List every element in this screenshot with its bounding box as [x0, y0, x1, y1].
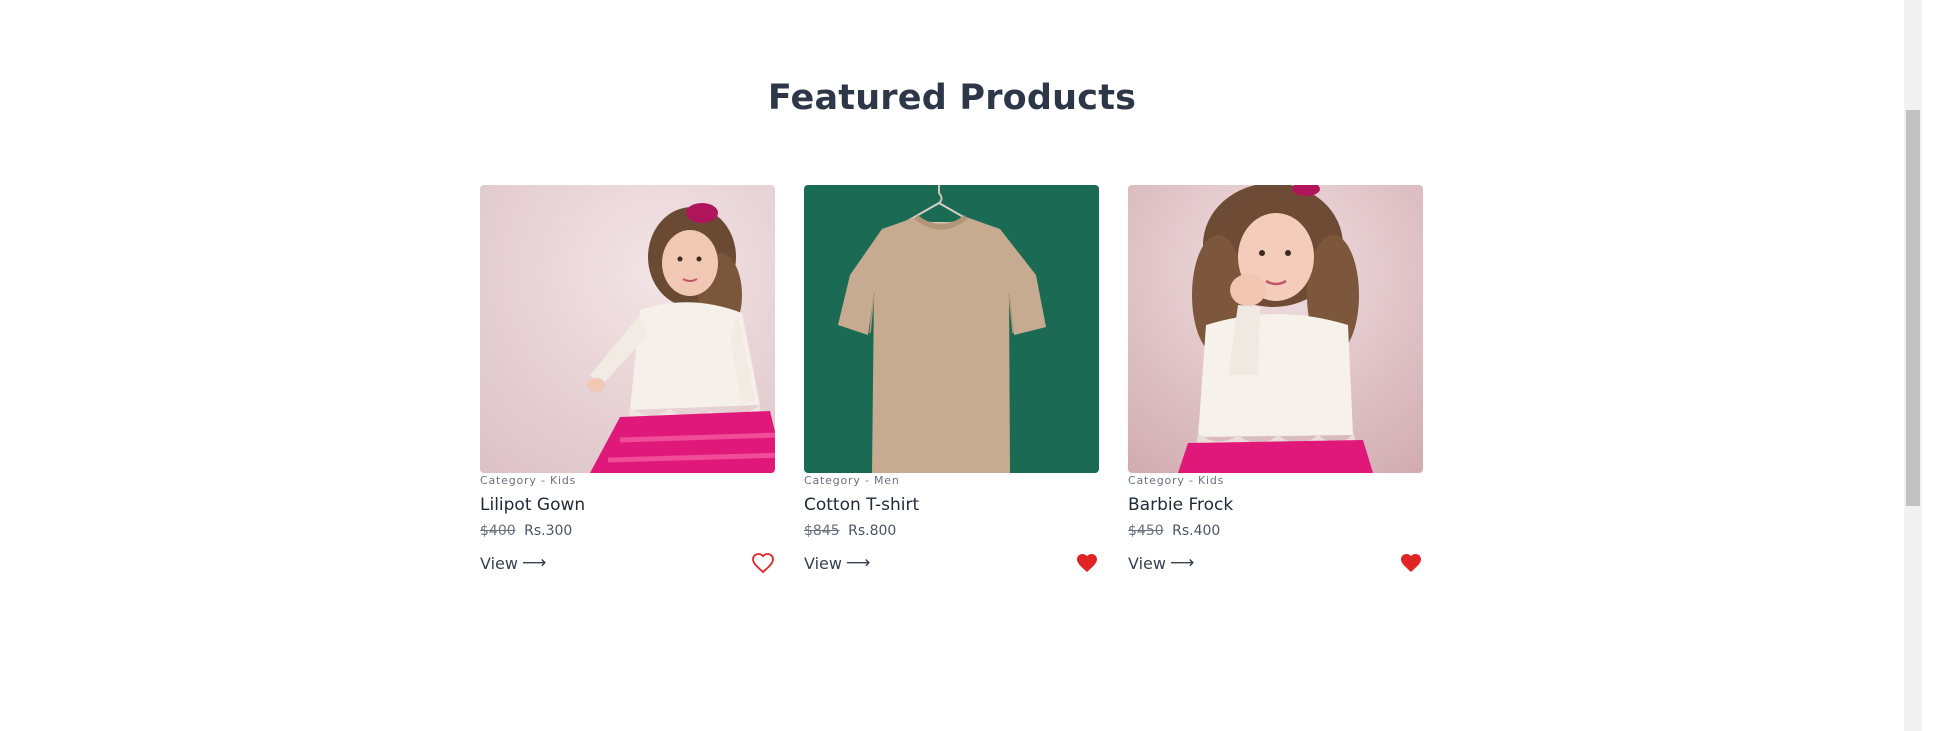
price-row: $450 Rs.400	[1128, 522, 1423, 540]
product-name[interactable]: Cotton T-shirt	[804, 494, 1099, 516]
page: Featured Products Category - Kids Lilipo…	[0, 0, 1945, 731]
card-actions: View ⟶	[480, 550, 775, 576]
current-price: Rs.300	[524, 523, 573, 539]
card-actions: View ⟶	[804, 550, 1099, 576]
old-price: $845	[804, 523, 840, 539]
beige-tshirt-on-hanger-image	[804, 185, 1099, 473]
view-label: View	[480, 553, 518, 573]
product-card: Category - Kids Barbie Frock $450 Rs.400…	[1128, 185, 1423, 576]
current-price: Rs.400	[1172, 523, 1221, 539]
card-actions: View ⟶	[1128, 550, 1423, 576]
girl-hand-on-cheek-image	[1128, 185, 1423, 473]
page-scrollbar[interactable]	[1904, 0, 1945, 731]
view-label: View	[1128, 553, 1166, 573]
product-category: Category - Men	[804, 474, 900, 487]
product-image[interactable]	[480, 185, 775, 473]
scrollbar-thumb[interactable]	[1906, 110, 1920, 506]
view-link[interactable]: View ⟶	[804, 554, 870, 573]
price-row: $845 Rs.800	[804, 522, 1099, 540]
price-row: $400 Rs.300	[480, 522, 775, 540]
view-link[interactable]: View ⟶	[1128, 554, 1194, 573]
view-link[interactable]: View ⟶	[480, 554, 546, 573]
current-price: Rs.800	[848, 523, 897, 539]
arrow-right-icon: ⟶	[521, 552, 547, 573]
heart-outline-icon[interactable]	[751, 551, 775, 575]
product-category: Category - Kids	[480, 474, 577, 487]
arrow-right-icon: ⟶	[845, 552, 871, 573]
old-price: $450	[1128, 523, 1164, 539]
product-category: Category - Kids	[1128, 474, 1225, 487]
heart-filled-icon[interactable]	[1075, 551, 1099, 575]
product-card: Category - Men Cotton T-shirt $845 Rs.80…	[804, 185, 1099, 576]
product-card: Category - Kids Lilipot Gown $400 Rs.300…	[480, 185, 775, 576]
product-grid: Category - Kids Lilipot Gown $400 Rs.300…	[480, 185, 1425, 576]
featured-products-section: Featured Products Category - Kids Lilipo…	[0, 0, 1904, 731]
section-title: Featured Products	[767, 78, 1137, 118]
arrow-right-icon: ⟶	[1169, 552, 1195, 573]
view-label: View	[804, 553, 842, 573]
girl-in-pink-dress-image	[480, 185, 775, 473]
heart-filled-icon[interactable]	[1399, 551, 1423, 575]
scrollbar-track[interactable]	[1904, 0, 1922, 731]
product-name[interactable]: Lilipot Gown	[480, 494, 775, 516]
product-image[interactable]	[1128, 185, 1423, 473]
product-image[interactable]	[804, 185, 1099, 473]
product-name[interactable]: Barbie Frock	[1128, 494, 1423, 516]
old-price: $400	[480, 523, 516, 539]
